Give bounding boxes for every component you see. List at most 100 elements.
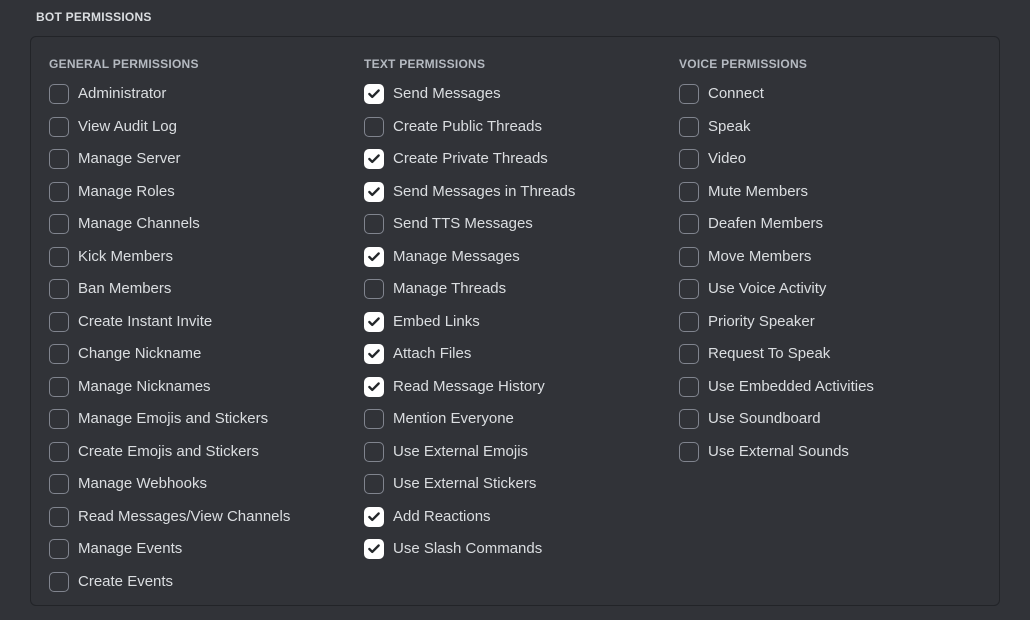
checkbox-checked[interactable] bbox=[364, 377, 384, 397]
checkbox-unchecked[interactable] bbox=[364, 279, 384, 299]
perm-use-slash-commands[interactable]: Use Slash Commands bbox=[364, 539, 679, 559]
perm-priority-speaker[interactable]: Priority Speaker bbox=[679, 312, 994, 332]
perm-manage-messages[interactable]: Manage Messages bbox=[364, 247, 679, 267]
perm-send-tts-messages[interactable]: Send TTS Messages bbox=[364, 214, 679, 234]
permission-label: Send Messages bbox=[393, 85, 501, 103]
checkbox-checked[interactable] bbox=[364, 149, 384, 169]
perm-manage-roles[interactable]: Manage Roles bbox=[49, 182, 364, 202]
checkbox-checked[interactable] bbox=[364, 539, 384, 559]
checkbox-unchecked[interactable] bbox=[364, 117, 384, 137]
perm-create-public-threads[interactable]: Create Public Threads bbox=[364, 117, 679, 137]
perm-use-external-emojis[interactable]: Use External Emojis bbox=[364, 442, 679, 462]
checkbox-unchecked[interactable] bbox=[49, 344, 69, 364]
permission-label: Manage Messages bbox=[393, 248, 520, 266]
checkbox-checked[interactable] bbox=[364, 312, 384, 332]
checkbox-unchecked[interactable] bbox=[49, 279, 69, 299]
permissions-panel: GENERAL PERMISSIONS Administrator View Aud… bbox=[30, 36, 1000, 606]
checkbox-unchecked[interactable] bbox=[49, 539, 69, 559]
checkbox-unchecked[interactable] bbox=[49, 312, 69, 332]
checkbox-unchecked[interactable] bbox=[679, 279, 699, 299]
checkbox-unchecked[interactable] bbox=[679, 409, 699, 429]
checkbox-unchecked[interactable] bbox=[49, 507, 69, 527]
perm-ban-members[interactable]: Ban Members bbox=[49, 279, 364, 299]
perm-use-external-sounds[interactable]: Use External Sounds bbox=[679, 442, 994, 462]
perm-change-nickname[interactable]: Change Nickname bbox=[49, 344, 364, 364]
perm-manage-events[interactable]: Manage Events bbox=[49, 539, 364, 559]
checkbox-unchecked[interactable] bbox=[679, 344, 699, 364]
checkbox-unchecked[interactable] bbox=[49, 377, 69, 397]
perm-send-messages[interactable]: Send Messages bbox=[364, 84, 679, 104]
perm-kick-members[interactable]: Kick Members bbox=[49, 247, 364, 267]
checkbox-unchecked[interactable] bbox=[49, 247, 69, 267]
checkbox-unchecked[interactable] bbox=[364, 474, 384, 494]
permission-label: Manage Webhooks bbox=[78, 475, 207, 493]
perm-view-audit-log[interactable]: View Audit Log bbox=[49, 117, 364, 137]
column-header: GENERAL PERMISSIONS bbox=[49, 57, 364, 71]
column-header: TEXT PERMISSIONS bbox=[364, 57, 679, 71]
checkbox-unchecked[interactable] bbox=[49, 474, 69, 494]
perm-use-soundboard[interactable]: Use Soundboard bbox=[679, 409, 994, 429]
checkbox-unchecked[interactable] bbox=[49, 409, 69, 429]
perm-mention-everyone[interactable]: Mention Everyone bbox=[364, 409, 679, 429]
checkbox-unchecked[interactable] bbox=[679, 442, 699, 462]
checkbox-unchecked[interactable] bbox=[364, 214, 384, 234]
perm-speak[interactable]: Speak bbox=[679, 117, 994, 137]
perm-send-messages-in-threads[interactable]: Send Messages in Threads bbox=[364, 182, 679, 202]
checkbox-unchecked[interactable] bbox=[679, 182, 699, 202]
perm-mute-members[interactable]: Mute Members bbox=[679, 182, 994, 202]
perm-use-embedded-activities[interactable]: Use Embedded Activities bbox=[679, 377, 994, 397]
checkbox-unchecked[interactable] bbox=[364, 442, 384, 462]
permissions-columns: GENERAL PERMISSIONS Administrator View Aud… bbox=[49, 57, 981, 604]
perm-manage-threads[interactable]: Manage Threads bbox=[364, 279, 679, 299]
perm-embed-links[interactable]: Embed Links bbox=[364, 312, 679, 332]
perm-read-message-history[interactable]: Read Message History bbox=[364, 377, 679, 397]
checkbox-unchecked[interactable] bbox=[49, 84, 69, 104]
perm-use-voice-activity[interactable]: Use Voice Activity bbox=[679, 279, 994, 299]
perm-create-private-threads[interactable]: Create Private Threads bbox=[364, 149, 679, 169]
perm-read-messages-view-channels[interactable]: Read Messages/View Channels bbox=[49, 507, 364, 527]
checkbox-unchecked[interactable] bbox=[49, 117, 69, 137]
checkbox-unchecked[interactable] bbox=[679, 312, 699, 332]
perm-request-to-speak[interactable]: Request To Speak bbox=[679, 344, 994, 364]
checkbox-unchecked[interactable] bbox=[679, 117, 699, 137]
perm-manage-server[interactable]: Manage Server bbox=[49, 149, 364, 169]
perm-connect[interactable]: Connect bbox=[679, 84, 994, 104]
perm-manage-webhooks[interactable]: Manage Webhooks bbox=[49, 474, 364, 494]
checkbox-unchecked[interactable] bbox=[49, 572, 69, 592]
perm-deafen-members[interactable]: Deafen Members bbox=[679, 214, 994, 234]
perm-administrator[interactable]: Administrator bbox=[49, 84, 364, 104]
perm-add-reactions[interactable]: Add Reactions bbox=[364, 507, 679, 527]
checkbox-checked[interactable] bbox=[364, 507, 384, 527]
checkbox-checked[interactable] bbox=[364, 344, 384, 364]
checkbox-checked[interactable] bbox=[364, 247, 384, 267]
permission-label: Manage Server bbox=[78, 150, 181, 168]
checkbox-unchecked[interactable] bbox=[49, 149, 69, 169]
perm-video[interactable]: Video bbox=[679, 149, 994, 169]
checkbox-unchecked[interactable] bbox=[49, 442, 69, 462]
checkbox-unchecked[interactable] bbox=[679, 247, 699, 267]
perm-create-events[interactable]: Create Events bbox=[49, 572, 364, 592]
checkbox-checked[interactable] bbox=[364, 84, 384, 104]
checkbox-unchecked[interactable] bbox=[364, 409, 384, 429]
permission-label: Kick Members bbox=[78, 248, 173, 266]
perm-move-members[interactable]: Move Members bbox=[679, 247, 994, 267]
checkbox-unchecked[interactable] bbox=[679, 84, 699, 104]
checkbox-unchecked[interactable] bbox=[49, 182, 69, 202]
checkbox-unchecked[interactable] bbox=[49, 214, 69, 234]
checkbox-unchecked[interactable] bbox=[679, 377, 699, 397]
perm-manage-emojis-stickers[interactable]: Manage Emojis and Stickers bbox=[49, 409, 364, 429]
checkbox-unchecked[interactable] bbox=[679, 214, 699, 234]
checkbox-unchecked[interactable] bbox=[679, 149, 699, 169]
permission-label: Manage Nicknames bbox=[78, 378, 211, 396]
checkbox-checked[interactable] bbox=[364, 182, 384, 202]
permission-label: Read Message History bbox=[393, 378, 545, 396]
perm-create-instant-invite[interactable]: Create Instant Invite bbox=[49, 312, 364, 332]
permissions-column: TEXT PERMISSIONS Send Messages Create Publ… bbox=[364, 57, 679, 604]
permission-label: Send Messages in Threads bbox=[393, 183, 575, 201]
perm-manage-channels[interactable]: Manage Channels bbox=[49, 214, 364, 234]
perm-create-emojis-stickers[interactable]: Create Emojis and Stickers bbox=[49, 442, 364, 462]
permission-label: Create Events bbox=[78, 573, 173, 591]
perm-attach-files[interactable]: Attach Files bbox=[364, 344, 679, 364]
perm-manage-nicknames[interactable]: Manage Nicknames bbox=[49, 377, 364, 397]
perm-use-external-stickers[interactable]: Use External Stickers bbox=[364, 474, 679, 494]
